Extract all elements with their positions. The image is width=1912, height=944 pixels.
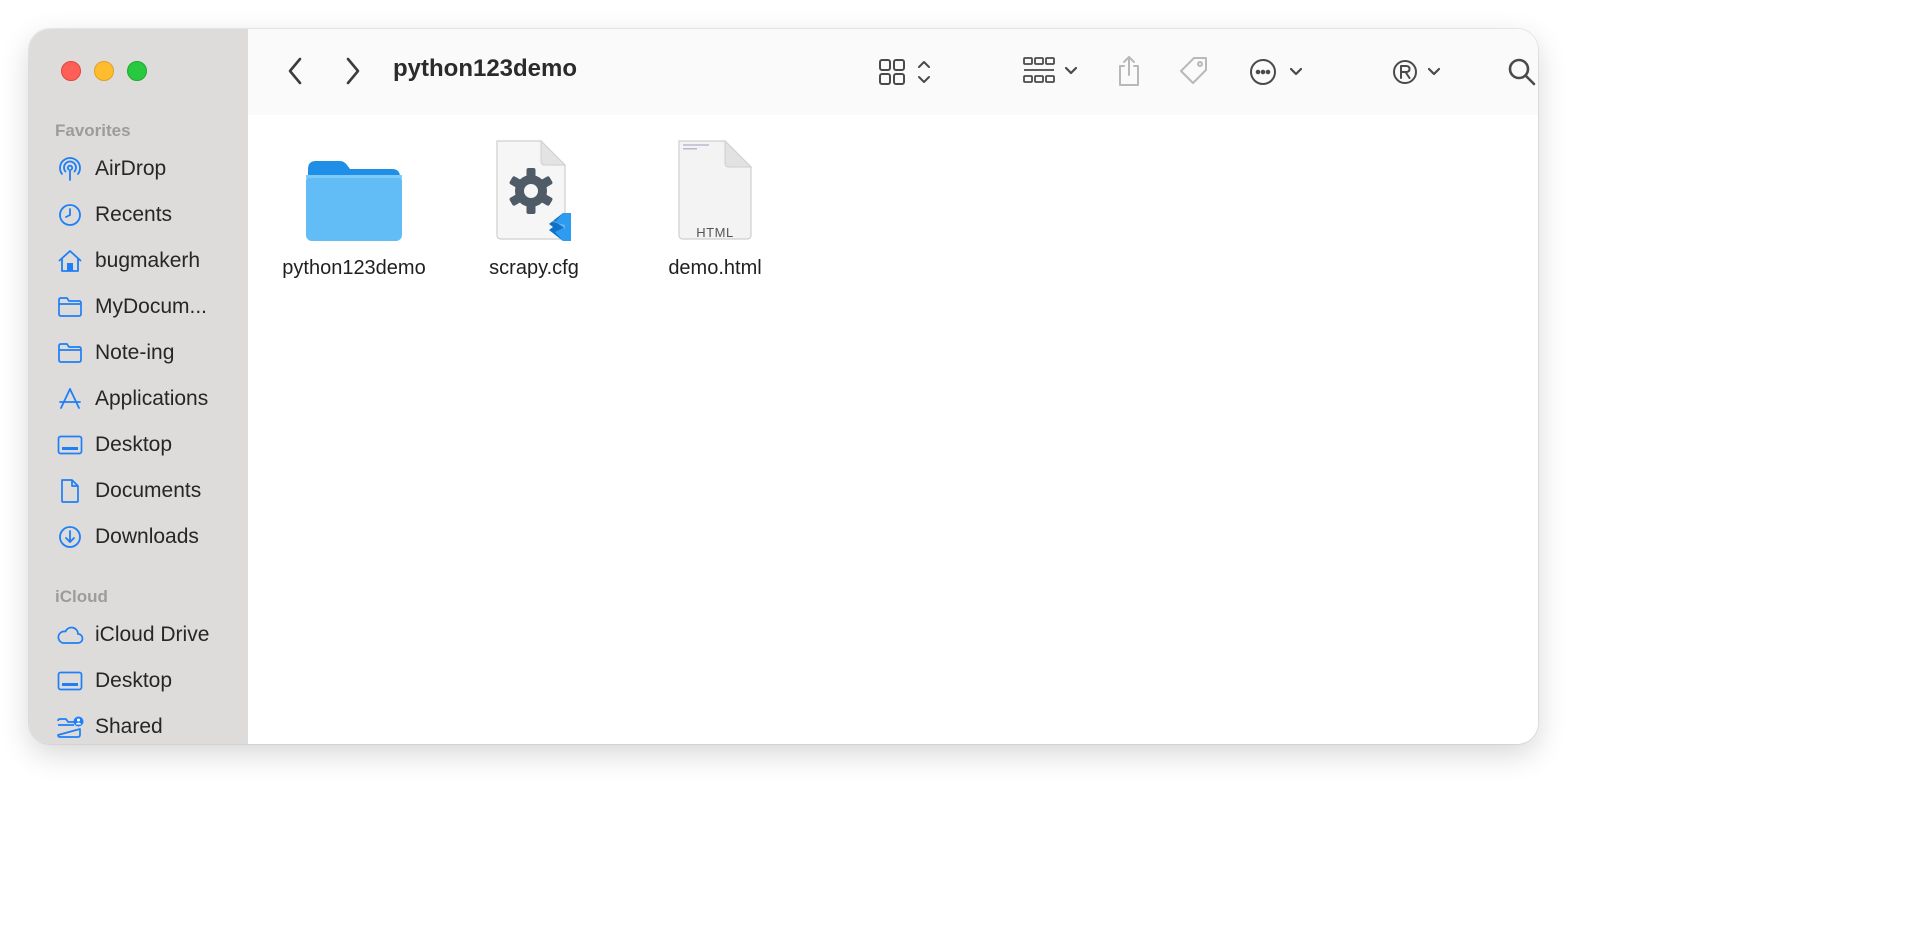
sidebar-item-icloud-desktop[interactable]: Desktop: [55, 662, 245, 700]
folder-icon: [55, 294, 85, 320]
sidebar-item-documents[interactable]: Documents: [55, 472, 245, 510]
file-name: python123demo: [282, 257, 426, 279]
sidebar-item-label: Note-ing: [95, 341, 175, 364]
sidebar-item-label: iCloud Drive: [95, 623, 210, 646]
sidebar-item-label: Desktop: [95, 669, 173, 692]
folder-icon: [299, 137, 409, 243]
sidebar-item-label: Recents: [95, 203, 173, 226]
chevron-left-icon: [288, 57, 302, 85]
download-icon: [55, 524, 85, 550]
home-icon: [55, 248, 85, 274]
sidebar: Favorites AirDrop Recents bugmakerh MyDo…: [29, 29, 248, 744]
sidebar-item-icloud-drive[interactable]: iCloud Drive: [55, 616, 245, 654]
registered-circle-icon: [1393, 60, 1441, 84]
chevron-right-icon: [346, 57, 360, 85]
window-title: python123demo: [393, 55, 578, 82]
sidebar-item-label: MyDocum...: [95, 295, 208, 318]
sidebar-item-applications[interactable]: Applications: [55, 380, 245, 418]
icon-view-icon: [879, 59, 930, 85]
favorites-section-title: Favorites: [55, 121, 131, 140]
sidebar-item-label: AirDrop: [95, 157, 167, 180]
sidebar-item-label: Desktop: [95, 433, 173, 456]
finder-window: Favorites AirDrop Recents bugmakerh MyDo…: [29, 29, 1538, 744]
main-content: python123demo python123demo scrapy.cfg H…: [248, 29, 1538, 744]
tag-button[interactable]: [1176, 53, 1212, 89]
toolbar: python123demo: [248, 29, 1538, 115]
sidebar-item-home[interactable]: bugmakerh: [55, 242, 245, 280]
cloud-icon: [55, 622, 85, 648]
ellipsis-circle-icon: [1250, 59, 1303, 85]
file-item[interactable]: HTML demo.html: [625, 137, 805, 280]
clock-icon: [55, 202, 85, 228]
back-button[interactable]: [280, 55, 310, 87]
sidebar-item-mydocuments[interactable]: MyDocum...: [55, 288, 245, 326]
icloud-section-title: iCloud: [55, 587, 108, 606]
shared-folder-icon: [55, 714, 85, 740]
sidebar-item-label: Documents: [95, 479, 202, 502]
sidebar-item-label: Shared: [95, 715, 163, 738]
document-icon: [55, 478, 85, 504]
forward-button[interactable]: [338, 55, 368, 87]
sidebar-item-airdrop[interactable]: AirDrop: [55, 150, 245, 188]
sidebar-item-label: Applications: [95, 387, 209, 410]
applications-icon: [55, 386, 85, 412]
desktop-icon: [55, 432, 85, 458]
sidebar-item-downloads[interactable]: Downloads: [55, 518, 245, 556]
sidebar-item-recents[interactable]: Recents: [55, 196, 245, 234]
share-icon: [1119, 56, 1139, 86]
search-icon: [1508, 58, 1536, 86]
config-file-icon: [479, 137, 589, 243]
search-button[interactable]: [1504, 55, 1538, 89]
file-name: scrapy.cfg: [489, 257, 579, 279]
sidebar-item-label: Downloads: [95, 525, 199, 548]
minimize-button[interactable]: [94, 61, 114, 81]
sidebar-item-label: bugmakerh: [95, 249, 201, 272]
sidebar-item-note-ing[interactable]: Note-ing: [55, 334, 245, 372]
file-item[interactable]: python123demo: [264, 137, 444, 280]
airdrop-icon: [55, 156, 85, 182]
group-button[interactable]: [1022, 55, 1084, 89]
sidebar-item-desktop[interactable]: Desktop: [55, 426, 245, 464]
tag-icon: [1180, 57, 1207, 84]
extension-button[interactable]: [1390, 55, 1450, 89]
desktop-icon: [55, 668, 85, 694]
sidebar-item-shared[interactable]: Shared: [55, 708, 245, 744]
zoom-button[interactable]: [127, 61, 147, 81]
close-button[interactable]: [61, 61, 81, 81]
share-button[interactable]: [1114, 53, 1144, 89]
html-badge: HTML: [696, 225, 734, 240]
file-item[interactable]: scrapy.cfg: [444, 137, 624, 280]
folder-icon: [55, 340, 85, 366]
group-grid-icon: [1023, 57, 1078, 83]
file-name: demo.html: [668, 257, 762, 279]
more-actions-button[interactable]: [1248, 55, 1308, 89]
view-mode-button[interactable]: [878, 55, 940, 89]
